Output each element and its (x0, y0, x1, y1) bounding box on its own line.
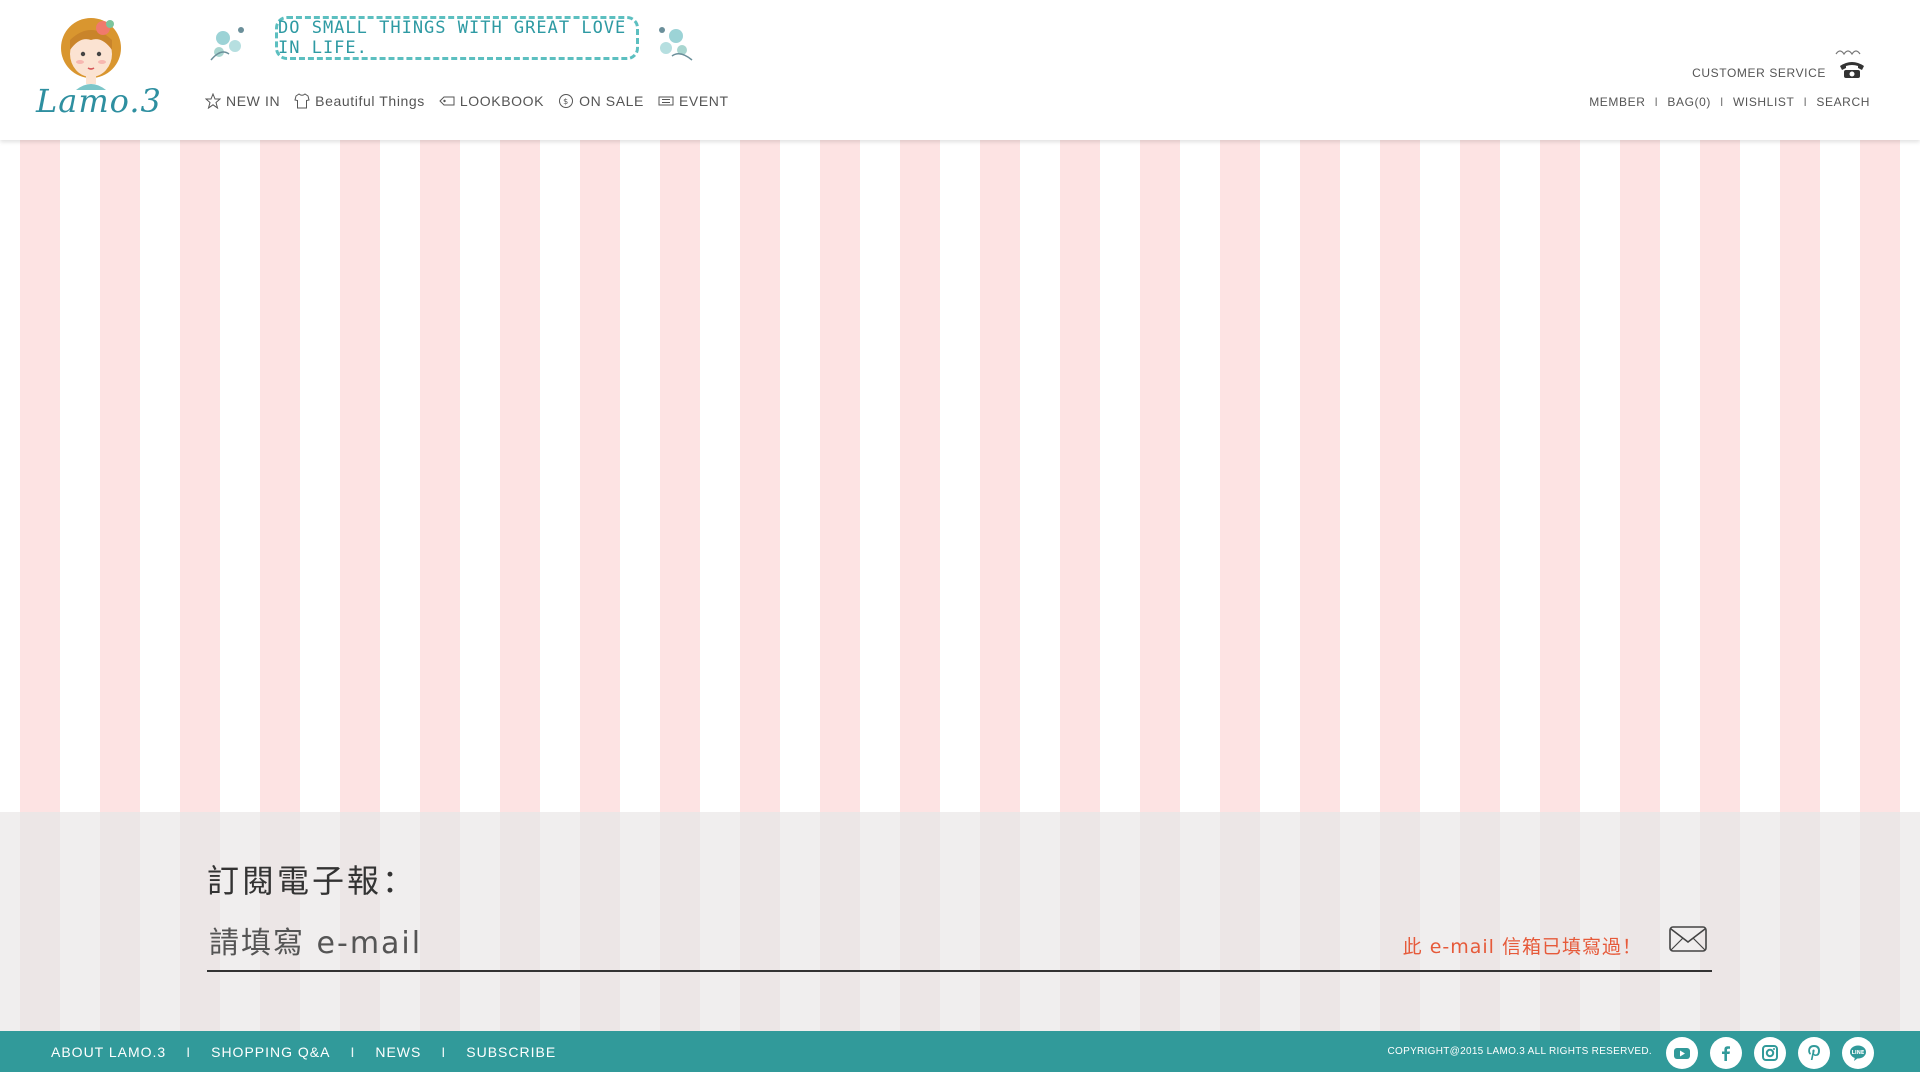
newsletter-title: 訂閱電子報： (207, 862, 418, 900)
social-links: LINE (1666, 1037, 1874, 1069)
envelope-icon[interactable] (1668, 924, 1708, 954)
line-icon: LINE (1850, 1045, 1866, 1061)
main-nav: NEW IN Beautiful Things LOOKBOOK $ ON SA… (205, 93, 729, 109)
newsletter-section: 訂閱電子報： 此 e-mail 信箱已填寫過！ (0, 812, 1920, 1031)
nav-new-in[interactable]: NEW IN (205, 93, 280, 109)
member-link[interactable]: MEMBER (1589, 95, 1645, 109)
svg-text:LINE: LINE (1852, 1050, 1865, 1056)
girl-portrait-icon (61, 18, 121, 90)
discount-icon: $ (559, 94, 574, 108)
footer-subscribe-link[interactable]: SUBSCRIBE (466, 1044, 556, 1060)
footer-shopping-qa-link[interactable]: SHOPPING Q&A (211, 1044, 330, 1060)
nav-event[interactable]: EVENT (658, 93, 729, 109)
instagram-button[interactable] (1754, 1037, 1786, 1069)
account-links: MEMBER I BAG(0) I WISHLIST I SEARCH (1589, 95, 1870, 109)
site-header: Lamo.3 DO SMALL THINGS WITH GREAT LOVE I… (0, 0, 1920, 140)
separator: I (1720, 95, 1724, 109)
email-input[interactable] (207, 916, 1111, 970)
footer-about-link[interactable]: ABOUT LAMO.3 (51, 1044, 166, 1060)
flower-decoration-icon (659, 27, 693, 61)
pinterest-button[interactable] (1798, 1037, 1830, 1069)
nav-beautiful-things[interactable]: Beautiful Things (294, 93, 425, 109)
instagram-icon (1762, 1045, 1778, 1061)
copyright: COPYRIGHT@2015 LAMO.3 ALL RIGHTS RESERVE… (1387, 1046, 1652, 1057)
pinterest-icon (1808, 1045, 1820, 1060)
hero-banner (0, 140, 1920, 812)
facebook-button[interactable] (1710, 1037, 1742, 1069)
email-error-message: 此 e-mail 信箱已填寫過！ (1402, 936, 1642, 958)
separator: I (441, 1043, 447, 1060)
footer-news-link[interactable]: NEWS (375, 1044, 421, 1060)
tag-icon (439, 96, 455, 106)
flower-decoration-icon (210, 27, 244, 61)
logo-text: Lamo.3 (36, 82, 162, 120)
nav-label: EVENT (678, 93, 729, 109)
nav-lookbook[interactable]: LOOKBOOK (439, 93, 544, 109)
wishlist-link[interactable]: WISHLIST (1733, 95, 1794, 109)
line-button[interactable]: LINE (1842, 1037, 1874, 1069)
separator: I (1803, 95, 1808, 109)
tagline: DO SMALL THINGS WITH GREAT LOVE IN LIFE. (275, 16, 639, 60)
separator: I (1654, 95, 1659, 109)
email-row: 此 e-mail 信箱已填寫過！ (207, 916, 1712, 972)
youtube-icon (1674, 1048, 1690, 1059)
separator: I (186, 1043, 192, 1060)
nav-label: Beautiful Things (315, 93, 425, 109)
site-footer: ABOUT LAMO.3 I SHOPPING Q&A I NEWS I SUB… (0, 1031, 1920, 1072)
footer-links: ABOUT LAMO.3 I SHOPPING Q&A I NEWS I SUB… (51, 1031, 556, 1072)
separator: I (350, 1043, 356, 1060)
telephone-icon (1835, 50, 1864, 78)
ticket-icon (658, 96, 674, 106)
bag-link[interactable]: BAG(0) (1667, 95, 1711, 109)
star-icon (205, 93, 221, 109)
logo[interactable]: Lamo.3 (36, 10, 162, 125)
nav-label: NEW IN (226, 93, 281, 109)
nav-on-sale[interactable]: $ ON SALE (558, 93, 644, 109)
search-link[interactable]: SEARCH (1816, 95, 1870, 109)
facebook-icon (1722, 1046, 1730, 1061)
customer-service[interactable]: CUSTOMER SERVICE (1692, 46, 1870, 80)
customer-service-label: CUSTOMER SERVICE (1692, 66, 1826, 80)
nav-label: LOOKBOOK (459, 93, 545, 109)
nav-label: ON SALE (579, 93, 644, 109)
shirt-icon (294, 93, 310, 109)
youtube-button[interactable] (1666, 1037, 1698, 1069)
svg-text:$: $ (563, 97, 569, 106)
